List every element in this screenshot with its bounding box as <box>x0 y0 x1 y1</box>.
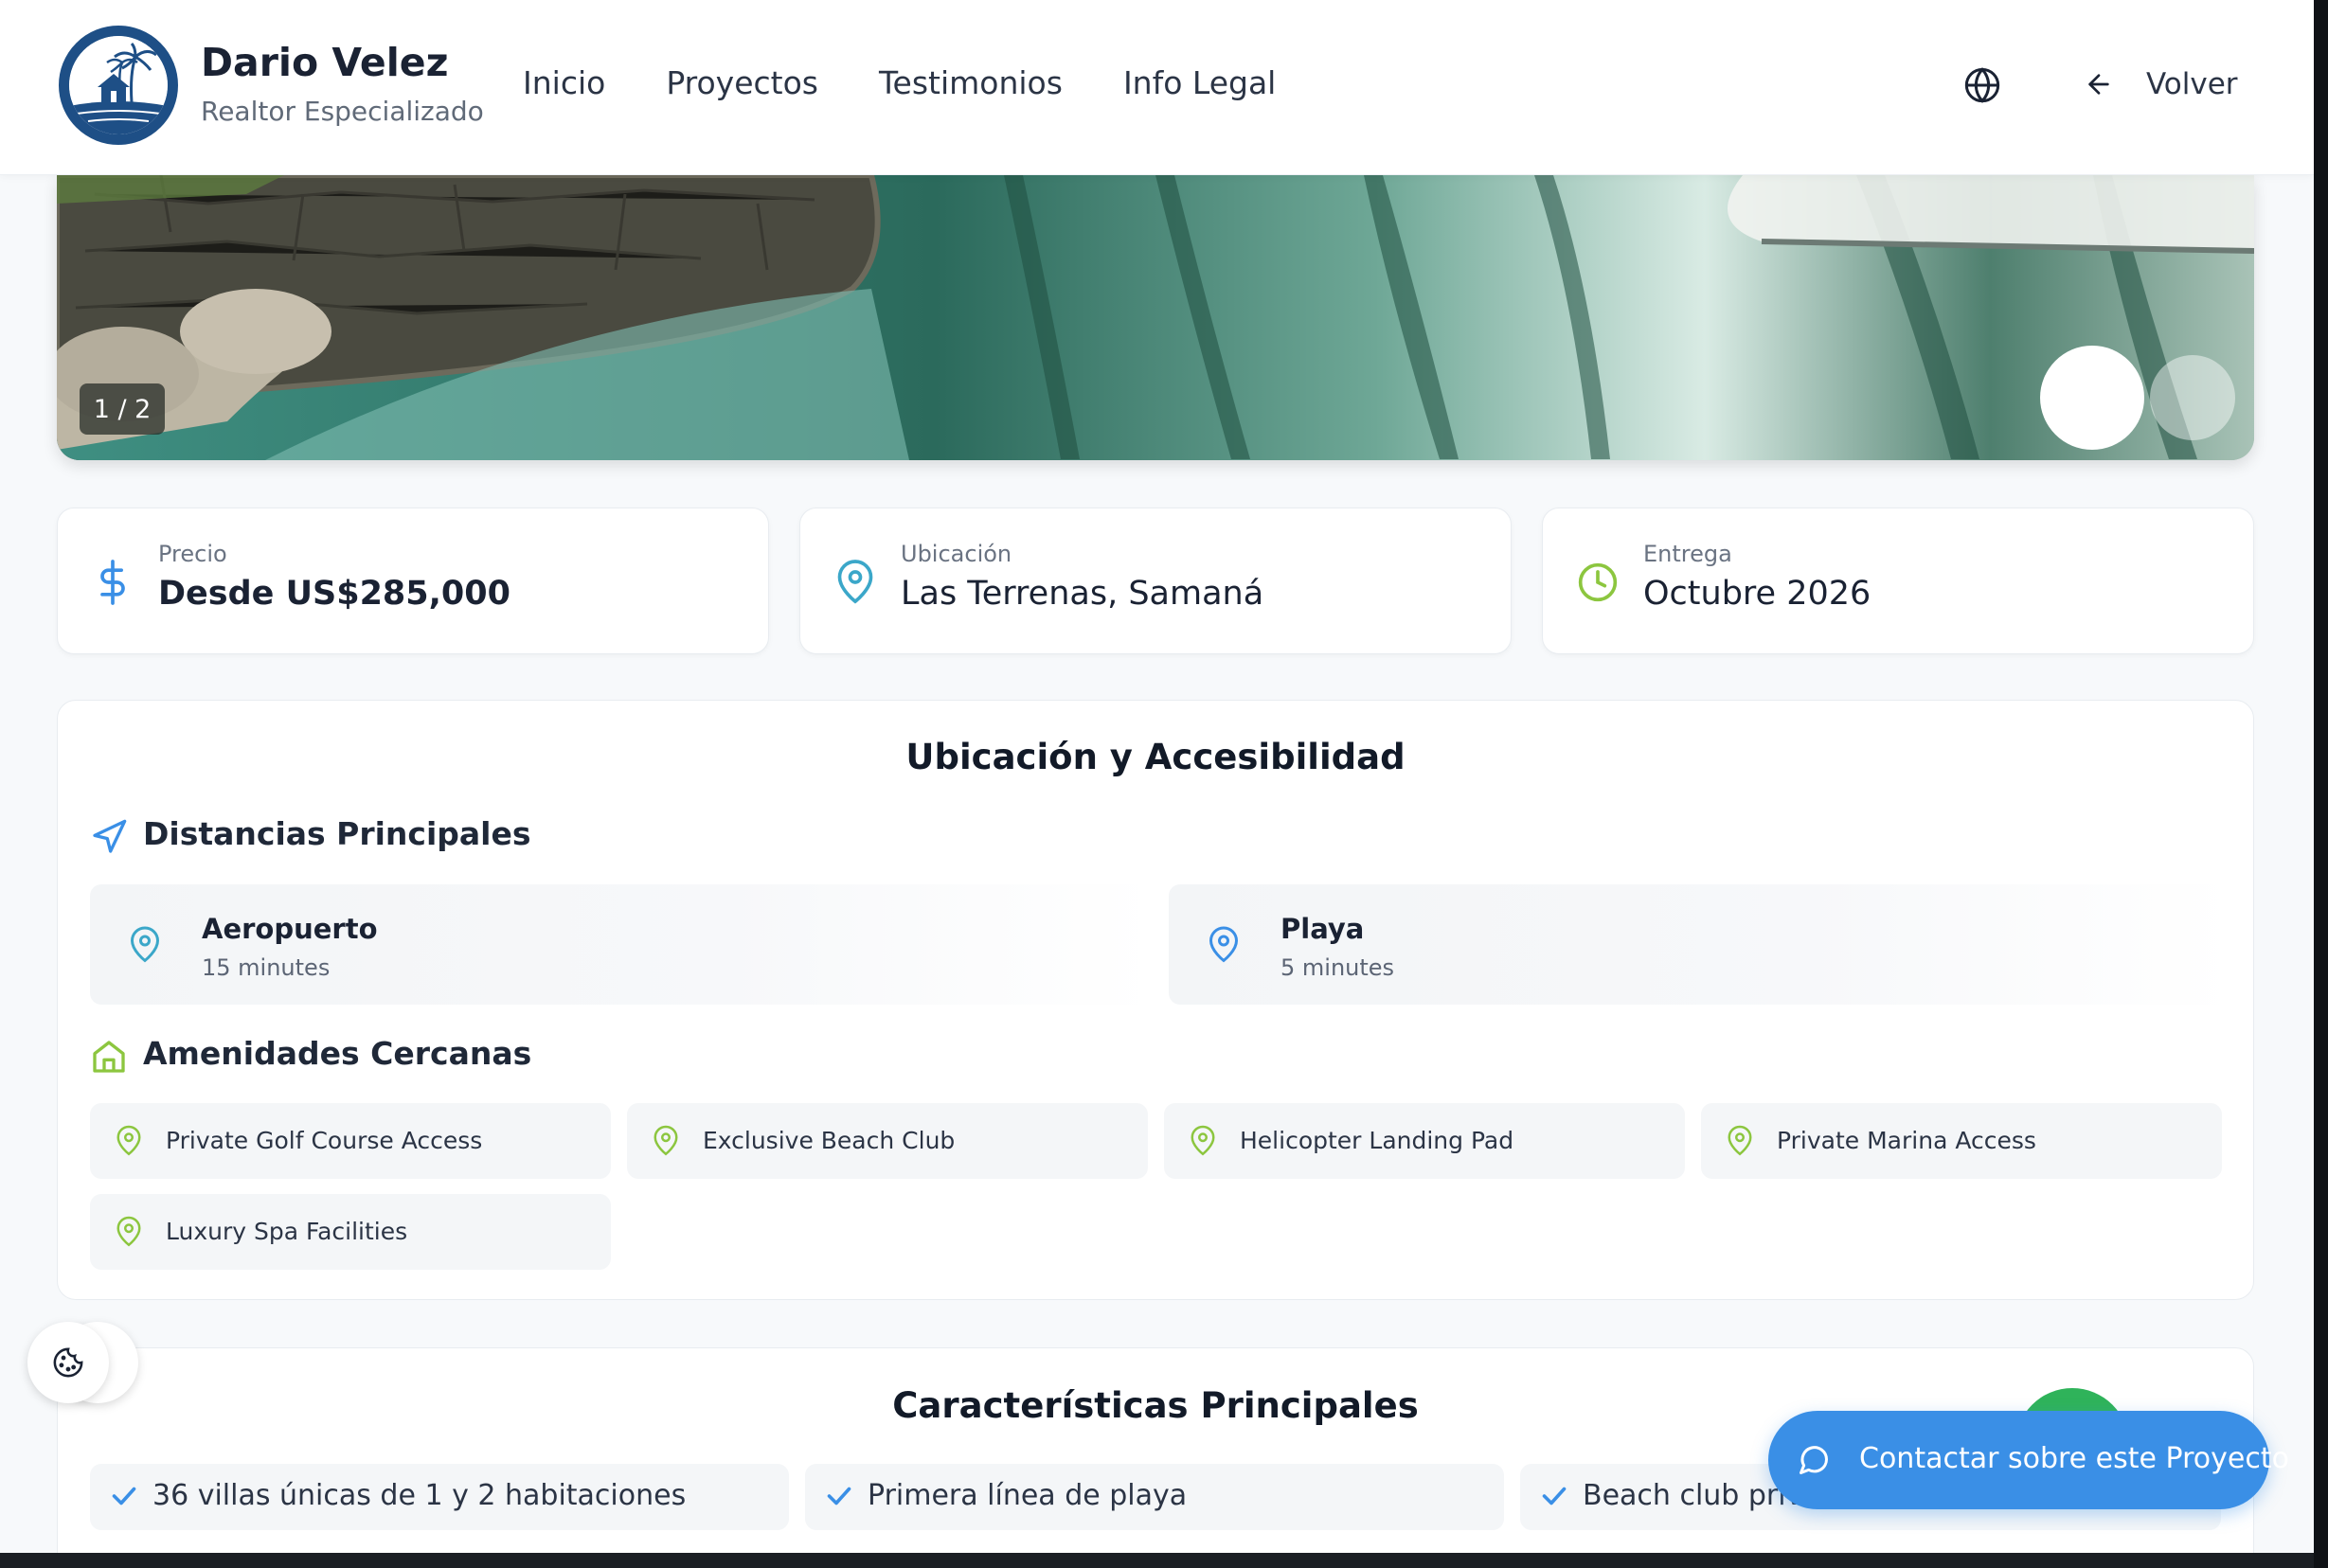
price-value: Desde US$285,000 <box>158 575 510 613</box>
distance-name: Aeropuerto <box>202 913 378 945</box>
amenity-chip: Helicopter Landing Pad <box>1164 1103 1685 1179</box>
amenity-label: Exclusive Beach Club <box>703 1127 956 1154</box>
project-image-carousel[interactable]: 1 / 2 <box>57 175 2254 460</box>
map-pin-icon <box>116 1125 141 1156</box>
message-circle-icon <box>1800 1446 1828 1474</box>
map-pin-icon <box>837 560 873 604</box>
feature-chip: Primera línea de playa <box>805 1464 1504 1530</box>
location-section: Ubicación y Accesibilidad Distancias Pri… <box>57 700 2254 1300</box>
back-button[interactable]: Volver <box>2084 61 2238 108</box>
carousel-dot-2[interactable] <box>2150 355 2235 440</box>
cookie-icon <box>53 1347 83 1378</box>
amenity-label: Helicopter Landing Pad <box>1240 1127 1514 1154</box>
distance-time: 5 minutes <box>1280 954 1395 981</box>
brand-subtitle: Realtor Especializado <box>201 96 484 127</box>
check-icon <box>112 1487 136 1506</box>
location-section-title: Ubicación y Accesibilidad <box>905 737 1406 777</box>
amenity-label: Private Marina Access <box>1777 1127 2036 1154</box>
brand-name: Dario Velez <box>201 40 449 85</box>
amenity-chip: Luxury Spa Facilities <box>90 1194 611 1270</box>
distance-card-beach: Playa 5 minutes <box>1169 884 2233 1005</box>
amenity-chip: Private Marina Access <box>1701 1103 2222 1179</box>
check-icon <box>827 1487 851 1506</box>
distance-time: 15 minutes <box>202 954 331 981</box>
amenities-title: Amenidades Cercanas <box>143 1035 532 1072</box>
map-pin-icon <box>1191 1125 1215 1156</box>
palm-house-logo-icon <box>69 36 168 134</box>
clock-icon <box>1578 562 1618 602</box>
pool-photo <box>57 175 2254 460</box>
location-value: Las Terrenas, Samaná <box>901 575 1264 613</box>
language-button[interactable] <box>1963 66 2001 104</box>
globe-icon <box>1964 67 2000 103</box>
home-icon <box>93 1041 125 1073</box>
amenity-chip: Exclusive Beach Club <box>627 1103 1148 1179</box>
location-label: Ubicación <box>901 541 1012 567</box>
window-edge <box>2314 0 2328 1568</box>
nav-link-testimonios[interactable]: Testimonios <box>879 64 1063 101</box>
location-card: Ubicación Las Terrenas, Samaná <box>799 508 1512 654</box>
feature-label: Primera línea de playa <box>868 1479 1188 1512</box>
amenity-chip: Private Golf Course Access <box>90 1103 611 1179</box>
image-counter: 1 / 2 <box>80 383 165 435</box>
amenity-label: Private Golf Course Access <box>166 1127 483 1154</box>
page: Dario Velez Realtor Especializado Inicio… <box>0 0 2314 1553</box>
cookie-settings-button[interactable] <box>27 1322 109 1403</box>
amenity-label: Luxury Spa Facilities <box>166 1218 408 1245</box>
contact-button-label: Contactar sobre este Proyecto <box>1859 1442 2289 1475</box>
feature-label: 36 villas únicas de 1 y 2 habitaciones <box>152 1479 687 1512</box>
price-card: Precio Desde US$285,000 <box>57 508 769 654</box>
nav-link-info-legal[interactable]: Info Legal <box>1123 64 1276 101</box>
back-label: Volver <box>2146 67 2238 101</box>
distance-card-airport: Aeropuerto 15 minutes <box>90 884 1155 1005</box>
carousel-dot-1[interactable] <box>2040 346 2144 450</box>
brand-logo[interactable] <box>59 26 178 145</box>
nav-link-proyectos[interactable]: Proyectos <box>666 64 818 101</box>
delivery-label: Entrega <box>1643 541 1732 567</box>
distances-title: Distancias Principales <box>143 815 531 852</box>
navigation-icon <box>93 819 127 853</box>
map-pin-icon <box>1209 926 1239 963</box>
delivery-card: Entrega Octubre 2026 <box>1542 508 2254 654</box>
site-header: Dario Velez Realtor Especializado Inicio… <box>0 0 2314 175</box>
distance-name: Playa <box>1280 913 1365 945</box>
map-pin-icon <box>1728 1125 1752 1156</box>
nav-link-inicio[interactable]: Inicio <box>523 64 605 101</box>
contact-project-button[interactable]: Contactar sobre este Proyecto <box>1768 1411 2289 1509</box>
check-icon <box>1542 1487 1567 1506</box>
map-pin-icon <box>654 1125 678 1156</box>
arrow-left-icon <box>2088 74 2109 95</box>
dollar-icon <box>100 560 125 605</box>
feature-chip: 36 villas únicas de 1 y 2 habitaciones <box>90 1464 789 1530</box>
map-pin-icon <box>130 926 160 963</box>
delivery-value: Octubre 2026 <box>1643 575 1871 613</box>
price-label: Precio <box>158 541 227 567</box>
map-pin-icon <box>116 1216 141 1247</box>
main-nav: Inicio Proyectos Testimonios Info Legal <box>523 64 1276 101</box>
